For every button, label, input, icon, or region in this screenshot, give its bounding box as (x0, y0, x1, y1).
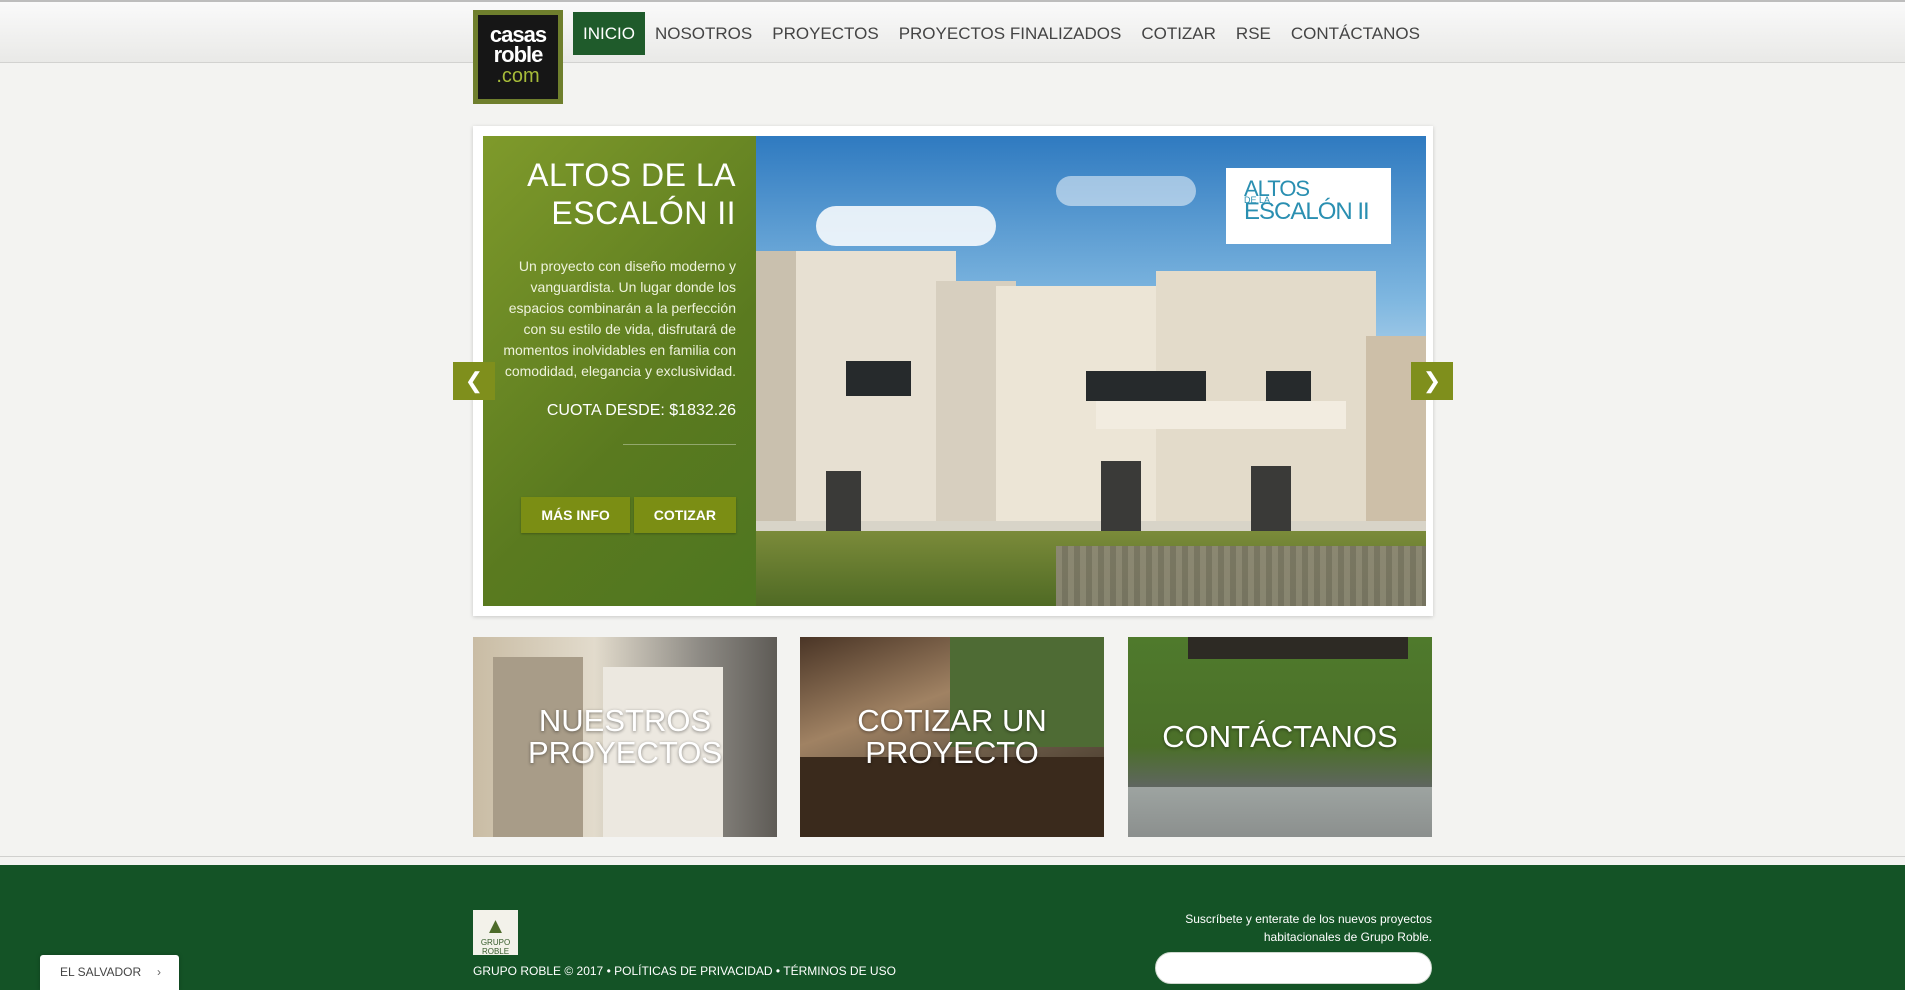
footer-logo-text: GRUPO ROBLE (480, 938, 511, 956)
slider-next-button[interactable]: ❯ (1411, 362, 1453, 400)
house-window (846, 361, 911, 396)
project-badge-logo: ALTOS DE LA ESCALÓN II (1226, 168, 1391, 244)
footer: ▲ GRUPO ROBLE GRUPO ROBLE © 2017 • POLÍT… (0, 865, 1905, 990)
quote-button[interactable]: COTIZAR (633, 497, 736, 533)
chevron-right-icon: ❯ (1422, 368, 1442, 393)
nav-inicio[interactable]: INICIO (573, 12, 645, 55)
slider-prev-button[interactable]: ❮ (453, 362, 495, 400)
slide-description: Un proyecto con diseño moderno y vanguar… (503, 258, 736, 379)
tile-label: NUESTROS PROYECTOS (527, 703, 723, 770)
nav-contactanos[interactable]: CONTÁCTANOS (1281, 12, 1430, 55)
slide-buttons: MÁS INFO COTIZAR (521, 497, 736, 533)
subscribe-text: Suscríbete y enterate de los nuevos proy… (1185, 912, 1432, 944)
logo-mark: casas roble .com (478, 15, 558, 99)
cloud (1056, 176, 1196, 206)
chevron-right-icon: › (157, 965, 161, 979)
terms-link[interactable]: TÉRMINOS DE USO (783, 964, 896, 978)
house-door (1101, 461, 1141, 531)
house-wall-shadow (756, 251, 796, 521)
subscribe-email-input[interactable] (1155, 952, 1432, 984)
cloud (816, 206, 996, 246)
slide-title: ALTOS DE LA ESCALÓN II (527, 157, 736, 231)
country-label: EL SALVADOR (60, 965, 142, 979)
site-logo[interactable]: casas roble .com (473, 10, 563, 104)
badge-text-1: ALTOS (1244, 176, 1310, 201)
copyright-text: GRUPO ROBLE © 2017 (473, 964, 604, 978)
nav-proyectos-finalizados[interactable]: PROYECTOS FINALIZADOS (889, 12, 1132, 55)
header: INICIO NOSOTROS PROYECTOS PROYECTOS FINA… (0, 2, 1905, 63)
logo-text-roble: roble (493, 42, 544, 67)
country-selector[interactable]: EL SALVADOR › (40, 955, 179, 990)
grupo-roble-logo[interactable]: ▲ GRUPO ROBLE (473, 910, 518, 956)
footer-copyright-line: GRUPO ROBLE © 2017 • POLÍTICAS DE PRIVAC… (473, 964, 896, 978)
tile-nuestros-proyectos[interactable]: NUESTROS PROYECTOS (473, 637, 777, 837)
house-balcony (1096, 401, 1346, 429)
nav-proyectos[interactable]: PROYECTOS (762, 12, 888, 55)
house-window (1086, 371, 1206, 401)
separator: • (772, 964, 784, 978)
slide-house-photo: ALTOS DE LA ESCALÓN II (756, 136, 1426, 606)
nav-nosotros[interactable]: NOSOTROS (645, 12, 762, 55)
separator: • (603, 964, 615, 978)
tile-label: CONTÁCTANOS (1162, 719, 1398, 754)
tile-contactanos[interactable]: CONTÁCTANOS (1128, 637, 1432, 837)
paving (1056, 546, 1426, 606)
chevron-left-icon: ❮ (464, 368, 484, 393)
nav-rse[interactable]: RSE (1226, 12, 1281, 55)
house-window (1266, 371, 1311, 401)
divider (623, 444, 736, 445)
hero-slider: ALTOS DE LA ESCALÓN II ALTOS DE LA ESCAL… (473, 126, 1433, 616)
footer-divider (0, 856, 1905, 857)
main-nav: INICIO NOSOTROS PROYECTOS PROYECTOS FINA… (573, 12, 1430, 55)
house-door (1251, 466, 1291, 531)
badge-text-3: ESCALÓN II (1244, 198, 1370, 225)
privacy-link[interactable]: POLÍTICAS DE PRIVACIDAD (614, 964, 772, 978)
more-info-button[interactable]: MÁS INFO (521, 497, 630, 533)
tree-icon: ▲ (484, 913, 507, 938)
tile-label: COTIZAR UN PROYECTO (857, 703, 1047, 770)
tile-cotizar-proyecto[interactable]: COTIZAR UN PROYECTO (800, 637, 1104, 837)
slide-info-panel: ALTOS DE LA ESCALÓN II Un proyecto con d… (483, 136, 756, 606)
slide-price: CUOTA DESDE: $1832.26 (546, 402, 736, 419)
nav-cotizar[interactable]: COTIZAR (1131, 12, 1226, 55)
logo-text-com: .com (496, 65, 540, 87)
